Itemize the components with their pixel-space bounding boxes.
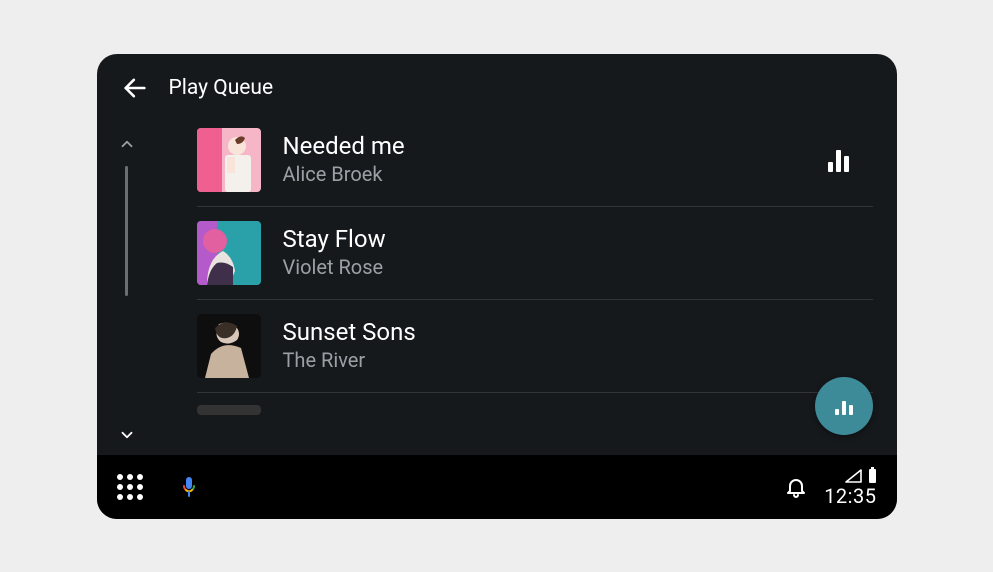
album-art	[197, 314, 261, 378]
queue-item[interactable]: Needed me Alice Broek	[197, 114, 873, 207]
track-artist: The River	[283, 347, 873, 374]
bell-icon	[784, 475, 808, 499]
system-bar: 12:35	[97, 455, 897, 519]
chevron-up-icon	[118, 135, 136, 153]
clock: 12:35	[824, 486, 876, 506]
equalizer-bar-icon	[828, 162, 833, 172]
scroll-rail	[97, 114, 157, 455]
track-meta: Sunset Sons The River	[283, 317, 873, 374]
queue-item[interactable]: Sunset Sons The River	[197, 300, 873, 393]
track-meta: Needed me Alice Broek	[283, 131, 825, 188]
scroll-down-button[interactable]	[115, 423, 139, 447]
track-title: Sunset Sons	[283, 317, 873, 347]
back-button[interactable]	[121, 74, 149, 102]
chevron-down-icon	[118, 426, 136, 444]
queue-item[interactable]	[197, 393, 873, 415]
signal-icon	[845, 469, 863, 483]
track-title: Stay Flow	[283, 224, 873, 254]
status-area: 12:35	[824, 467, 876, 506]
play-queue-list: Needed me Alice Broek	[157, 114, 897, 455]
equalizer-bar-icon	[836, 150, 841, 172]
scrollbar-thumb[interactable]	[125, 166, 128, 296]
now-playing-indicator	[825, 148, 853, 172]
microphone-icon	[177, 474, 201, 500]
album-art	[197, 405, 261, 415]
content-area: Needed me Alice Broek	[97, 114, 897, 455]
equalizer-bar-icon	[844, 156, 849, 172]
track-artist: Violet Rose	[283, 254, 873, 281]
battery-icon	[868, 467, 877, 483]
notifications-button[interactable]	[784, 475, 808, 499]
app-launcher-button[interactable]	[117, 474, 143, 500]
now-playing-fab[interactable]	[815, 377, 873, 435]
track-title: Needed me	[283, 131, 825, 161]
scroll-up-button[interactable]	[115, 132, 139, 156]
arrow-left-icon	[121, 74, 149, 102]
album-art	[197, 128, 261, 192]
page-title: Play Queue	[169, 76, 274, 100]
album-art	[197, 221, 261, 285]
equalizer-icon	[835, 397, 853, 415]
header: Play Queue	[97, 54, 897, 114]
queue-item[interactable]: Stay Flow Violet Rose	[197, 207, 873, 300]
track-meta: Stay Flow Violet Rose	[283, 224, 873, 281]
track-artist: Alice Broek	[283, 161, 825, 188]
voice-assistant-button[interactable]	[177, 474, 201, 500]
scrollbar-track[interactable]	[125, 166, 129, 413]
car-display: Play Queue	[97, 54, 897, 519]
